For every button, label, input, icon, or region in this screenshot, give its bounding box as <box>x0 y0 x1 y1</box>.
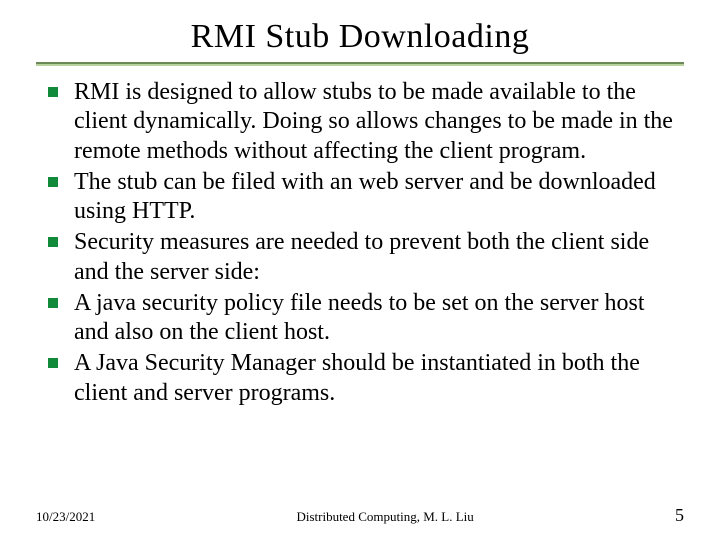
square-bullet-icon <box>48 177 58 187</box>
slide-footer: 10/23/2021 Distributed Computing, M. L. … <box>36 505 684 526</box>
bullet-text: A Java Security Manager should be instan… <box>74 349 684 408</box>
list-item: A Java Security Manager should be instan… <box>48 349 684 408</box>
list-item: Security measures are needed to prevent … <box>48 228 684 287</box>
footer-page-number: 5 <box>675 505 684 526</box>
bullet-text: A java security policy file needs to be … <box>74 289 684 348</box>
square-bullet-icon <box>48 237 58 247</box>
bullet-text: RMI is designed to allow stubs to be mad… <box>74 78 684 166</box>
bullet-text: The stub can be filed with an web server… <box>74 168 684 227</box>
square-bullet-icon <box>48 358 58 368</box>
square-bullet-icon <box>48 87 58 97</box>
list-item: The stub can be filed with an web server… <box>48 168 684 227</box>
slide-body: RMI is designed to allow stubs to be mad… <box>36 78 684 408</box>
slide: RMI Stub Downloading RMI is designed to … <box>0 0 720 540</box>
list-item: RMI is designed to allow stubs to be mad… <box>48 78 684 166</box>
slide-title: RMI Stub Downloading <box>36 18 684 56</box>
bullet-text: Security measures are needed to prevent … <box>74 228 684 287</box>
list-item: A java security policy file needs to be … <box>48 289 684 348</box>
footer-center: Distributed Computing, M. L. Liu <box>95 509 675 525</box>
title-underline <box>36 62 684 66</box>
footer-date: 10/23/2021 <box>36 509 95 525</box>
square-bullet-icon <box>48 298 58 308</box>
